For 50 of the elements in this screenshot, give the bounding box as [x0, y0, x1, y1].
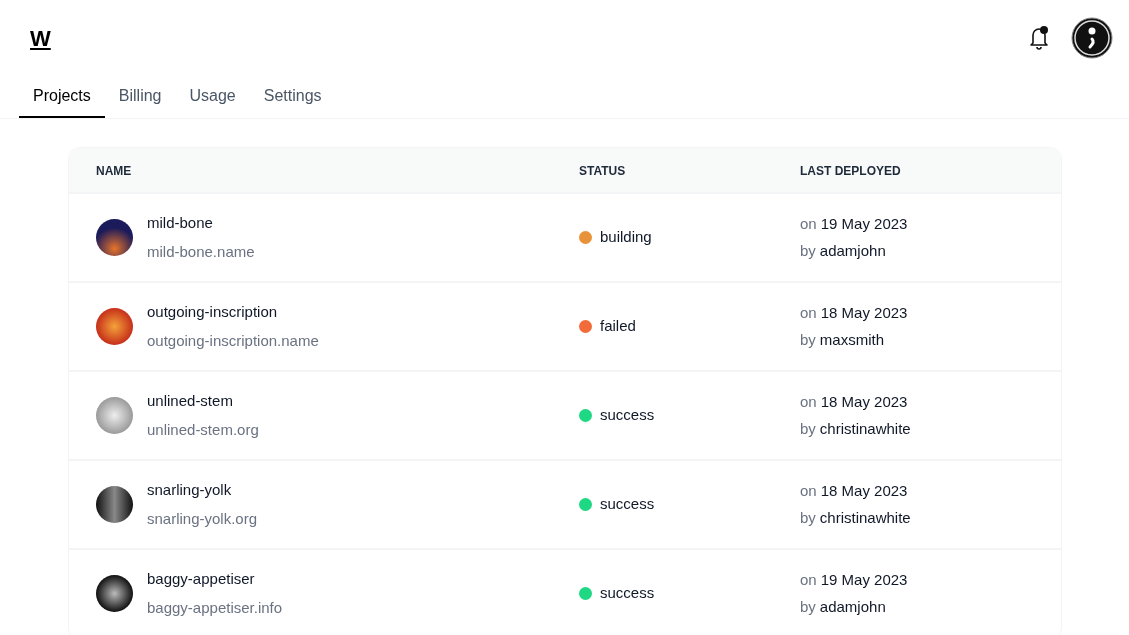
- status-label: success: [600, 405, 655, 426]
- user-prefix: by: [800, 418, 816, 439]
- project-name[interactable]: outgoing-inscription: [147, 301, 319, 324]
- status-label: success: [600, 583, 655, 604]
- deploy-date: 18 May 2023: [820, 481, 908, 501]
- project-name[interactable]: mild-bone: [147, 212, 255, 235]
- date-prefix: on: [800, 214, 817, 234]
- tab[interactable]: Settings: [249, 76, 336, 118]
- user-prefix: by: [800, 507, 816, 528]
- photo-placeholder: [96, 308, 133, 345]
- status-label: success: [600, 494, 655, 515]
- photo-placeholder: [96, 219, 133, 256]
- status-label: building: [600, 227, 652, 248]
- user-prefix: by: [800, 240, 816, 261]
- user-prefix: by: [800, 596, 816, 617]
- deploy-date: 18 May 2023: [820, 392, 908, 412]
- deploy-user: christinawhite: [819, 507, 911, 528]
- photo-placeholder: [96, 486, 133, 523]
- column-header: LAST DEPLOYED: [800, 164, 901, 178]
- project-name[interactable]: unlined-stem: [147, 390, 259, 413]
- project-domain[interactable]: baggy-appetiser.info: [147, 596, 283, 619]
- tab[interactable]: Usage: [175, 76, 250, 118]
- logo[interactable]: W: [30, 21, 51, 55]
- column-header: NAME: [96, 164, 132, 178]
- deploy-date: 19 May 2023: [820, 214, 908, 234]
- deploy-user: maxsmith: [819, 329, 885, 350]
- avatar-icon[interactable]: [1071, 17, 1113, 59]
- date-prefix: on: [800, 481, 817, 501]
- project-name[interactable]: baggy-appetiser: [147, 568, 283, 591]
- photo-placeholder: [96, 397, 133, 434]
- date-prefix: on: [800, 303, 817, 323]
- project-domain[interactable]: outgoing-inscription.name: [147, 329, 319, 352]
- tab[interactable]: Billing: [104, 76, 176, 118]
- deploy-user: christinawhite: [819, 418, 911, 439]
- photo-placeholder: [96, 575, 133, 612]
- project-domain[interactable]: unlined-stem.org: [147, 418, 259, 441]
- date-prefix: on: [800, 392, 817, 412]
- project-name[interactable]: snarling-yolk: [147, 479, 258, 502]
- date-prefix: on: [800, 570, 817, 590]
- project-domain[interactable]: snarling-yolk.org: [147, 507, 258, 530]
- tab[interactable]: Projects: [19, 76, 105, 118]
- deploy-date: 19 May 2023: [820, 570, 908, 590]
- column-header: STATUS: [579, 164, 626, 178]
- user-prefix: by: [800, 329, 816, 350]
- deploy-user: adamjohn: [819, 240, 886, 261]
- deploy-date: 18 May 2023: [820, 303, 908, 323]
- project-domain[interactable]: mild-bone.name: [147, 240, 255, 263]
- deploy-user: adamjohn: [819, 596, 886, 617]
- status-label: failed: [600, 316, 636, 337]
- bell-icon[interactable]: [1027, 25, 1051, 51]
